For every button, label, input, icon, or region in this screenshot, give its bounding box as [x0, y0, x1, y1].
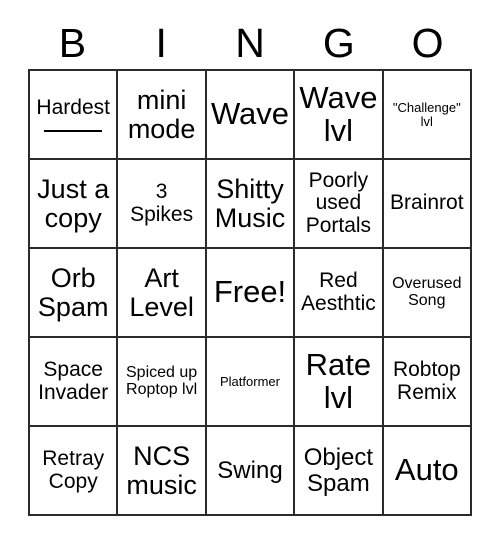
bingo-cell-content: NCS music [121, 442, 201, 499]
bingo-cell-blank-line [44, 130, 103, 133]
bingo-cell-content: Just a copy [33, 175, 113, 232]
bingo-cell-label: "Challenge" lvl [392, 99, 461, 129]
bingo-cell[interactable]: Hardest [30, 71, 119, 160]
bingo-cell-label: Shitty Music [214, 173, 286, 233]
bingo-header-letter-g: G [322, 19, 355, 66]
bingo-cell[interactable]: Auto [383, 427, 472, 516]
bingo-cell-content: Swing [210, 456, 290, 484]
bingo-cell[interactable]: Wave lvl [295, 71, 384, 160]
bingo-cell[interactable]: NCS music [118, 427, 207, 516]
bingo-cell[interactable]: Shitty Music [206, 160, 296, 249]
bingo-cell-content: Free! [210, 274, 290, 310]
bingo-cell-label: Auto [394, 452, 459, 488]
bingo-card: B I N G O Hardest mini mode Wave Wave lvl "C… [0, 0, 500, 544]
bingo-cell-label: NCS music [126, 440, 197, 500]
bingo-cell-label: Retray Copy [42, 447, 105, 493]
bingo-cell-label: 3 Spikes [130, 180, 194, 226]
bingo-cell[interactable]: Red Aesthtic [295, 249, 384, 338]
bingo-cell[interactable]: Platformer [206, 338, 296, 427]
bingo-cell-content: Poorly used Portals [298, 170, 378, 237]
bingo-cell-content: Shitty Music [210, 175, 290, 232]
bingo-cell-label: Spiced up Roptop lvl [126, 363, 198, 398]
bingo-cell[interactable]: Overused Song [383, 249, 472, 338]
bingo-cell-label: Rate lvl [305, 346, 372, 415]
bingo-cell[interactable]: Wave [206, 71, 296, 160]
bingo-cell[interactable]: Just a copy [30, 160, 119, 249]
bingo-cell-label: Wave lvl [299, 79, 378, 148]
bingo-cell-content: Art Level [121, 264, 201, 321]
bingo-cell[interactable]: Swing [206, 427, 296, 516]
bingo-cell[interactable]: Brainrot [383, 160, 472, 249]
bingo-cell-label: Hardest [36, 95, 110, 119]
bingo-cell[interactable]: Robtop Remix [383, 338, 472, 427]
bingo-cell-content: Wave [210, 96, 290, 132]
bingo-cell[interactable]: Spiced up Roptop lvl [118, 338, 207, 427]
bingo-cell-label: Object Spam [303, 444, 374, 497]
bingo-cell-label: Free! [213, 274, 287, 310]
bingo-header-letter-i: I [155, 19, 167, 66]
bingo-cell[interactable]: mini mode [118, 71, 207, 160]
bingo-cell-content: Brainrot [387, 191, 467, 215]
bingo-cell-content: Orb Spam [33, 264, 113, 321]
bingo-header-letter-b: B [58, 19, 87, 66]
bingo-cell-content: Space Invader [33, 359, 113, 404]
bingo-cell-content: Rate lvl [298, 346, 378, 415]
bingo-cell[interactable]: 3 Spikes [118, 160, 207, 249]
bingo-cell[interactable]: Retray Copy [30, 427, 119, 516]
bingo-cell-content: Red Aesthtic [298, 270, 378, 315]
bingo-grid: Hardest mini mode Wave Wave lvl "Challenge" … [28, 69, 472, 516]
bingo-cell-label: Just a copy [37, 173, 110, 233]
bingo-cell-label: Poorly used Portals [305, 169, 372, 237]
bingo-cell-label: Platformer [220, 373, 280, 389]
bingo-cell-content: Retray Copy [33, 448, 113, 493]
bingo-cell-content: Overused Song [387, 274, 467, 310]
bingo-cell[interactable]: Object Spam [295, 427, 384, 516]
bingo-cell[interactable]: Art Level [118, 249, 207, 338]
bingo-cell-label: Art Level [129, 262, 194, 322]
bingo-cell-label: Overused Song [392, 274, 462, 309]
bingo-cell-content: Robtop Remix [387, 359, 467, 404]
bingo-cell-label: Orb Spam [37, 262, 109, 322]
bingo-cell-content: Platformer [210, 373, 290, 389]
bingo-cell[interactable]: Rate lvl [295, 338, 384, 427]
bingo-cell[interactable]: Space Invader [30, 338, 119, 427]
bingo-cell[interactable]: "Challenge" lvl [383, 71, 472, 160]
bingo-cell[interactable]: Poorly used Portals [295, 160, 384, 249]
bingo-cell[interactable]: Orb Spam [30, 249, 119, 338]
bingo-cell-label: Brainrot [390, 191, 464, 215]
bingo-free-space-cell[interactable]: Free! [206, 249, 296, 338]
bingo-header-row: B I N G O [28, 18, 472, 68]
bingo-cell-content: Auto [387, 452, 467, 488]
bingo-cell-content: 3 Spikes [121, 181, 201, 226]
bingo-cell-label: mini mode [127, 84, 196, 144]
bingo-cell-content: "Challenge" lvl [387, 99, 467, 129]
bingo-cell-content: Spiced up Roptop lvl [121, 363, 201, 399]
bingo-header-letter-n: N [235, 19, 265, 66]
bingo-cell-label: Red Aesthtic [301, 269, 376, 315]
bingo-cell-content: Hardest [33, 95, 113, 133]
bingo-cell-content: Wave lvl [298, 79, 378, 148]
bingo-cell-label: Space Invader [38, 358, 109, 404]
bingo-header-letter-o: O [411, 19, 444, 66]
bingo-cell-content: Object Spam [298, 445, 378, 496]
bingo-cell-content: mini mode [121, 86, 201, 143]
bingo-cell-label: Wave [210, 96, 290, 132]
bingo-cell-label: Robtop Remix [392, 358, 461, 404]
bingo-cell-label: Swing [217, 456, 283, 484]
